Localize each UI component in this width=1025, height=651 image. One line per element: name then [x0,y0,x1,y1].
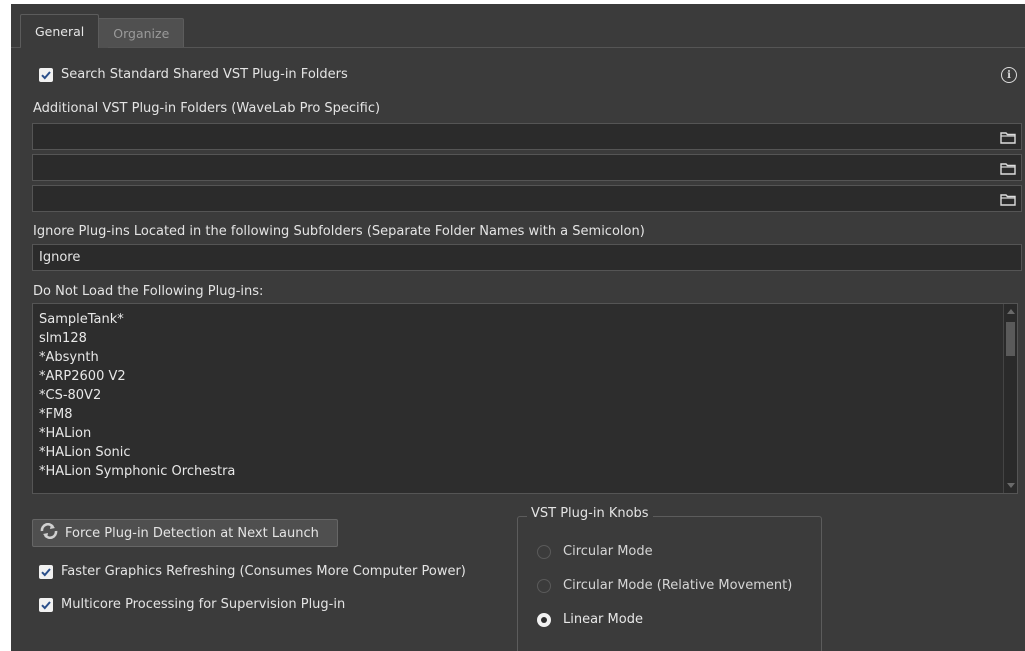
list-item[interactable]: *HALion [39,424,1011,443]
list-item[interactable]: SampleTank* [39,310,1011,329]
scroll-up-icon[interactable] [1007,309,1015,314]
scroll-down-icon[interactable] [1007,483,1015,488]
faster-graphics-option[interactable]: Faster Graphics Refreshing (Consumes Mor… [39,564,466,579]
do-not-load-list[interactable]: SampleTank* slm128 *Absynth *ARP2600 V2 … [32,303,1018,494]
search-standard-checkbox[interactable] [39,67,53,82]
tab-organize[interactable]: Organize [99,18,185,48]
additional-folder-field-2[interactable] [32,154,1022,181]
radio-label: Linear Mode [563,612,643,627]
additional-folders-label: Additional VST Plug-in Folders (WaveLab … [33,101,381,116]
list-item[interactable]: *CS-80V2 [39,386,1011,405]
folder-icon[interactable] [999,159,1017,177]
tab-divider [108,47,1025,48]
radio-label: Circular Mode [563,544,653,559]
radio-circular-mode[interactable]: Circular Mode [537,544,653,559]
check-icon [41,600,51,609]
list-item[interactable]: *HALion Sonic [39,443,1011,462]
tab-general[interactable]: General [20,14,100,48]
check-icon [41,567,51,576]
radio-button[interactable] [537,544,551,559]
folder-icon[interactable] [999,190,1017,208]
search-standard-option[interactable]: Search Standard Shared VST Plug-in Folde… [39,67,348,82]
list-item[interactable]: *FM8 [39,405,1011,424]
force-detection-label: Force Plug-in Detection at Next Launch [65,525,319,541]
tab-divider [11,47,21,48]
radio-label: Circular Mode (Relative Movement) [563,578,793,593]
list-item[interactable]: slm128 [39,329,1011,348]
ignore-subfolders-input[interactable]: Ignore [32,244,1022,271]
faster-graphics-label: Faster Graphics Refreshing (Consumes Mor… [61,564,466,579]
list-item[interactable]: *ARP2600 V2 [39,367,1011,386]
list-item[interactable]: *Absynth [39,348,1011,367]
list-scrollbar[interactable] [1003,304,1017,493]
radio-button-selected[interactable] [537,612,551,627]
multicore-label: Multicore Processing for Supervision Plu… [61,597,346,612]
ignore-subfolders-label: Ignore Plug-ins Located in the following… [33,224,645,239]
force-detection-button[interactable]: Force Plug-in Detection at Next Launch [32,519,338,547]
folder-icon[interactable] [999,128,1017,146]
check-icon [41,70,51,79]
search-standard-label: Search Standard Shared VST Plug-in Folde… [61,67,348,82]
knobs-group-title: VST Plug-in Knobs [527,506,653,521]
multicore-checkbox[interactable] [39,597,53,612]
list-item[interactable]: *HALion Symphonic Orchestra [39,462,1011,481]
multicore-option[interactable]: Multicore Processing for Supervision Plu… [39,597,345,612]
refresh-icon [39,522,59,543]
radio-button[interactable] [537,578,551,593]
radio-linear-mode[interactable]: Linear Mode [537,612,643,627]
additional-folder-field-3[interactable] [32,185,1022,212]
scrollbar-thumb[interactable] [1006,322,1015,356]
info-icon[interactable]: i [1001,67,1017,83]
radio-circular-relative[interactable]: Circular Mode (Relative Movement) [537,578,792,593]
additional-folder-field-1[interactable] [32,123,1022,150]
tab-bar: General Organize [20,14,185,48]
do-not-load-label: Do Not Load the Following Plug-ins: [33,284,264,299]
faster-graphics-checkbox[interactable] [39,564,53,579]
